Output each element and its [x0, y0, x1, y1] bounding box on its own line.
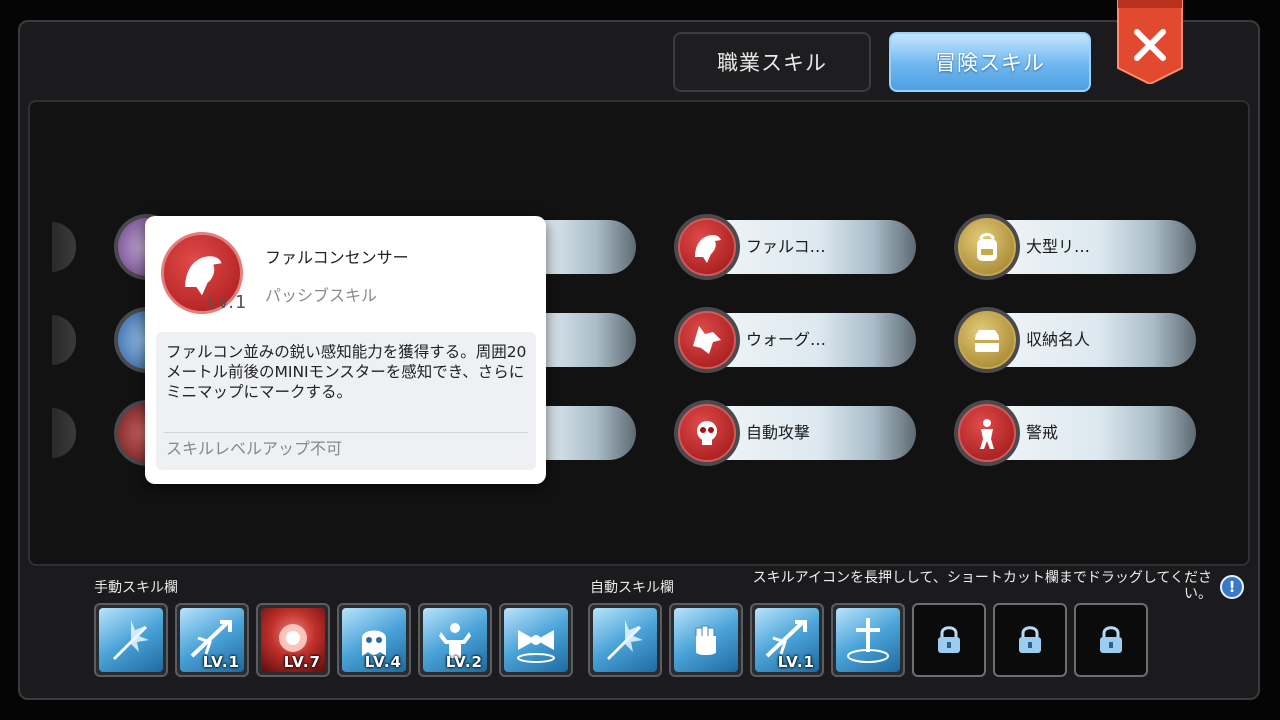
auto-skill-bar-label: 自動スキル欄	[590, 580, 674, 596]
holy-sword-icon	[836, 608, 900, 672]
tooltip-skill-type: パッシブスキル	[265, 286, 378, 305]
partial-skill-edge	[52, 408, 76, 458]
skill-item-large-bag[interactable]: 大型リ…	[954, 214, 1196, 280]
explosion-icon: LV.7	[261, 608, 325, 672]
skill-label: ウォーグ…	[746, 330, 827, 349]
fist-icon	[674, 608, 738, 672]
lock-icon	[998, 608, 1062, 672]
skill-label: 自動攻撃	[746, 423, 811, 442]
manual-skill-slot[interactable]	[499, 603, 573, 677]
tab-adventure-skills[interactable]: 冒険スキル	[889, 32, 1091, 92]
sword-strike-icon	[99, 608, 163, 672]
close-button[interactable]	[1116, 0, 1184, 84]
manual-skill-bar-label: 手動スキル欄	[94, 580, 178, 596]
tooltip-description-box: ファルコン並みの鋭い感知能力を獲得する。周囲20メートル前後のMINIモンスター…	[156, 332, 536, 470]
arrow-strike-icon: LV.1	[180, 608, 244, 672]
skull-icon	[678, 404, 736, 462]
manual-skill-slot[interactable]: LV.7	[256, 603, 330, 677]
auto-skill-slot[interactable]	[669, 603, 743, 677]
skill-label: 大型リ…	[1026, 237, 1091, 256]
wolf-icon	[678, 311, 736, 369]
partial-skill-edge	[52, 315, 76, 365]
ghost-burst-icon: LV.4	[342, 608, 406, 672]
skill-label: 収納名人	[1026, 330, 1091, 349]
auto-skill-slot[interactable]: LV.1	[750, 603, 824, 677]
tooltip-skill-name: ファルコンセンサー	[265, 248, 409, 267]
partial-skill-edge	[52, 222, 76, 272]
storage-chest-icon	[958, 311, 1016, 369]
skill-item-wolf[interactable]: ウォーグ…	[674, 307, 916, 373]
manual-skill-slot[interactable]: LV.1	[175, 603, 249, 677]
falcon-icon	[678, 218, 736, 276]
skill-item-falcon[interactable]: ファルコ…	[674, 214, 916, 280]
auto-skill-slot[interactable]	[831, 603, 905, 677]
alert-person-icon	[958, 404, 1016, 462]
skill-label: 警戒	[1026, 423, 1059, 442]
auto-skill-slot[interactable]	[588, 603, 662, 677]
tab-job-skills[interactable]: 職業スキル	[673, 32, 871, 92]
manual-skill-slot[interactable]: LV.4	[337, 603, 411, 677]
tooltip-note: スキルレベルアップ不可	[166, 439, 343, 458]
arrow-strike-icon: LV.1	[755, 608, 819, 672]
lock-icon	[917, 608, 981, 672]
backpack-icon	[958, 218, 1016, 276]
tooltip-description: ファルコン並みの鋭い感知能力を獲得する。周囲20メートル前後のMINIモンスター…	[166, 343, 527, 401]
locked-skill-slot[interactable]	[993, 603, 1067, 677]
skill-label: ファルコ…	[746, 237, 826, 256]
skill-item-storage[interactable]: 収納名人	[954, 307, 1196, 373]
tooltip-level: Lv.1	[207, 292, 248, 313]
divider	[164, 432, 528, 433]
drag-hint: スキルアイコンを長押しして、ショートカット欄までドラッグしてください。	[752, 570, 1212, 602]
manual-skill-slot[interactable]: LV.2	[418, 603, 492, 677]
close-x-icon	[1117, 0, 1183, 84]
skill-tooltip: Lv.1 ファルコンセンサー パッシブスキル ファルコン並みの鋭い感知能力を獲得…	[145, 216, 546, 484]
manual-skill-slot[interactable]	[94, 603, 168, 677]
skill-item-auto-attack[interactable]: 自動攻撃	[674, 400, 916, 466]
muscle-figure-icon: LV.2	[423, 608, 487, 672]
lock-icon	[1079, 608, 1143, 672]
skill-item-alert[interactable]: 警戒	[954, 400, 1196, 466]
info-icon[interactable]: !	[1220, 575, 1244, 599]
sword-strike-icon	[593, 608, 657, 672]
locked-skill-slot[interactable]	[1074, 603, 1148, 677]
locked-skill-slot[interactable]	[912, 603, 986, 677]
ribbon-icon	[504, 608, 568, 672]
